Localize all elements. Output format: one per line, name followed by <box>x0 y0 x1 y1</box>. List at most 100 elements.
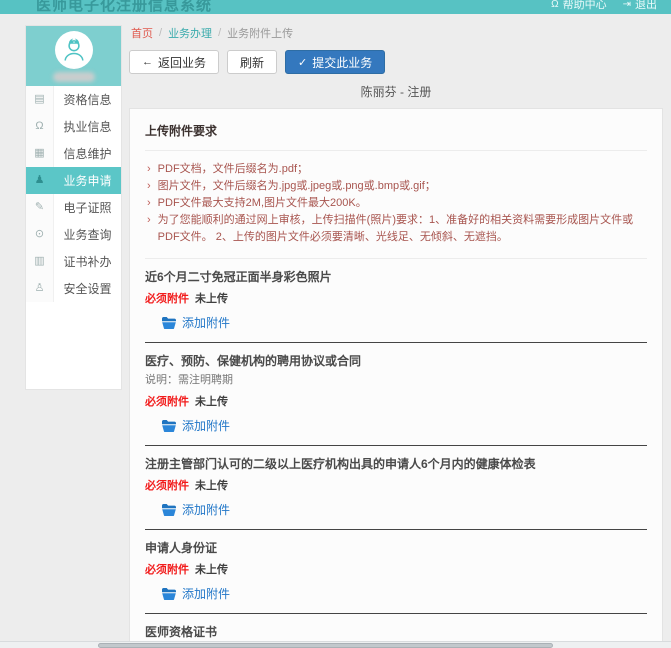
required-badge: 必须附件 <box>145 561 189 577</box>
upload-status: 未上传 <box>195 393 228 409</box>
requirement-item: › 为了您能顺利的通过网上审核，上传扫描件(照片)要求：1、准备好的相关资料需要… <box>147 212 645 246</box>
attachment-item: 注册主管部门认可的二级以上医疗机构出具的申请人6个月内的健康体检表 必须附件 未… <box>145 446 647 530</box>
back-button[interactable]: ← 返回业务 <box>129 50 219 74</box>
sidebar-item-label: 安全设置 <box>54 280 121 297</box>
requirements-title: 上传附件要求 <box>145 122 647 151</box>
add-attachment-link[interactable]: 添加附件 <box>162 501 230 518</box>
requirement-text: 为了您能顺利的通过网上审核，上传扫描件(照片)要求：1、准备好的相关资料需要形成… <box>158 212 645 246</box>
sidebar-item-label: 证书补办 <box>54 253 121 270</box>
sidebar-item-label: 业务查询 <box>54 226 121 243</box>
sidebar-item-label: 业务申请 <box>54 172 121 189</box>
requirement-text: 图片文件，文件后缀名为.jpg或.jpeg或.png或.bmp或.gif； <box>158 178 436 195</box>
required-badge: 必须附件 <box>145 290 189 306</box>
user-icon: ♟ <box>26 167 54 194</box>
add-attachment-label: 添加附件 <box>182 314 230 331</box>
help-center-link[interactable]: Ω 帮助中心 <box>551 0 606 12</box>
requirement-item: › 图片文件，文件后缀名为.jpg或.jpeg或.png或.bmp或.gif； <box>147 178 645 195</box>
submit-check-icon: ✓ <box>298 56 307 69</box>
app-root: 医师电子化注册信息系统 Ω 帮助中心 ⇥ 退出 <box>0 0 671 648</box>
breadcrumb-home[interactable]: 首页 <box>131 25 153 41</box>
help-center-label: 帮助中心 <box>563 0 607 12</box>
avatar <box>55 31 93 69</box>
requirement-text: PDF文档，文件后缀名为.pdf； <box>158 161 308 178</box>
attachment-status: 必须附件 未上传 <box>145 290 647 306</box>
main-content: 首页 / 业务办理 / 业务附件上传 ← 返回业务 刷新 ✓ 提交此业务 陈丽芬… <box>129 14 663 648</box>
doctor-avatar-icon <box>60 36 88 64</box>
sidebar-item-business-application[interactable]: ♟ 业务申请 <box>26 167 121 194</box>
back-button-label: 返回业务 <box>158 54 206 71</box>
headset-icon: Ω <box>551 0 558 10</box>
upload-status: 未上传 <box>195 477 228 493</box>
add-attachment-link[interactable]: 添加附件 <box>162 417 230 434</box>
horizontal-scrollbar[interactable] <box>0 641 671 648</box>
attachment-list: 近6个月二寸免冠正面半身彩色照片 必须附件 未上传 添加附件 医疗、预防、保健机… <box>145 259 647 648</box>
breadcrumb-section[interactable]: 业务办理 <box>168 25 212 41</box>
folder-icon <box>162 588 176 600</box>
applicant-summary: 陈丽芬 - 注册 <box>129 83 663 100</box>
app-title: 医师电子化注册信息系统 <box>36 0 212 14</box>
toolbar: ← 返回业务 刷新 ✓ 提交此业务 <box>129 50 663 74</box>
app-header: 医师电子化注册信息系统 Ω 帮助中心 ⇥ 退出 <box>0 0 671 14</box>
attachment-title: 注册主管部门认可的二级以上医疗机构出具的申请人6个月内的健康体检表 <box>145 456 647 472</box>
requirements-list: › PDF文档，文件后缀名为.pdf； › 图片文件，文件后缀名为.jpg或.j… <box>145 151 647 259</box>
refresh-button[interactable]: 刷新 <box>227 50 277 74</box>
bullet-icon: › <box>147 178 151 195</box>
sidebar-item-business-query[interactable]: ⊙ 业务查询 <box>26 221 121 248</box>
requirement-text: PDF文件最大支持2M,图片文件最大200K。 <box>158 195 367 212</box>
edit-icon: ✎ <box>26 194 54 221</box>
breadcrumb-separator: / <box>218 27 221 39</box>
submit-button-label: 提交此业务 <box>312 54 372 71</box>
breadcrumb-current: 业务附件上传 <box>227 25 293 41</box>
shield-user-icon: ♙ <box>26 275 54 302</box>
sidebar-item-electronic-license[interactable]: ✎ 电子证照 <box>26 194 121 221</box>
logout-link[interactable]: ⇥ 退出 <box>623 0 657 12</box>
attachment-item: 医疗、预防、保健机构的聘用协议或合同 说明：需注明聘期 必须附件 未上传 添加附… <box>145 343 647 446</box>
add-attachment-link[interactable]: 添加附件 <box>162 314 230 331</box>
logout-icon: ⇥ <box>623 0 631 10</box>
attachment-note: 说明：需注明聘期 <box>145 373 647 388</box>
required-badge: 必须附件 <box>145 393 189 409</box>
bullet-icon: › <box>147 212 151 246</box>
submit-button[interactable]: ✓ 提交此业务 <box>285 50 385 74</box>
attachment-title: 近6个月二寸免冠正面半身彩色照片 <box>145 269 647 285</box>
add-attachment-label: 添加附件 <box>182 585 230 602</box>
sidebar-menu: ▤ 资格信息 Ω 执业信息 ▦ 信息维护 ♟ 业务申请 ✎ 电子证照 ⊙ 业务查… <box>26 86 121 302</box>
folder-icon <box>162 504 176 516</box>
sidebar-item-practice-info[interactable]: Ω 执业信息 <box>26 113 121 140</box>
attachment-title: 申请人身份证 <box>145 540 647 556</box>
image-icon: ▦ <box>26 140 54 167</box>
sidebar-item-label: 资格信息 <box>54 91 121 108</box>
attachment-status: 必须附件 未上传 <box>145 393 647 409</box>
upload-status: 未上传 <box>195 561 228 577</box>
attachment-title: 医疗、预防、保健机构的聘用协议或合同 <box>145 353 647 369</box>
bullet-icon: › <box>147 161 151 178</box>
breadcrumb: 首页 / 业务办理 / 业务附件上传 <box>129 25 663 41</box>
attachment-title: 医师资格证书 <box>145 624 647 640</box>
folder-icon <box>162 317 176 329</box>
required-badge: 必须附件 <box>145 477 189 493</box>
back-arrow-icon: ← <box>142 56 153 68</box>
logout-label: 退出 <box>635 0 657 12</box>
sidebar-item-qualification-info[interactable]: ▤ 资格信息 <box>26 86 121 113</box>
sidebar-item-label: 执业信息 <box>54 118 121 135</box>
sidebar-item-security-settings[interactable]: ♙ 安全设置 <box>26 275 121 302</box>
document-icon: ▤ <box>26 86 54 113</box>
sidebar-item-info-maintenance[interactable]: ▦ 信息维护 <box>26 140 121 167</box>
sidebar-item-label: 电子证照 <box>54 199 121 216</box>
refresh-button-label: 刷新 <box>240 54 264 71</box>
breadcrumb-separator: / <box>159 27 162 39</box>
scrollbar-thumb[interactable] <box>98 643 553 648</box>
add-attachment-label: 添加附件 <box>182 501 230 518</box>
attachments-panel: 上传附件要求 › PDF文档，文件后缀名为.pdf； › 图片文件，文件后缀名为… <box>129 108 663 648</box>
user-name-redacted <box>53 72 95 82</box>
header-links: Ω 帮助中心 ⇥ 退出 <box>551 0 657 12</box>
search-icon: ⊙ <box>26 221 54 248</box>
sidebar-item-certificate-reissue[interactable]: ▥ 证书补办 <box>26 248 121 275</box>
headset-icon: Ω <box>26 113 54 140</box>
attachment-item: 近6个月二寸免冠正面半身彩色照片 必须附件 未上传 添加附件 <box>145 259 647 343</box>
requirement-item: › PDF文档，文件后缀名为.pdf； <box>147 161 645 178</box>
profile-card <box>26 26 121 86</box>
attachment-item: 申请人身份证 必须附件 未上传 添加附件 <box>145 530 647 614</box>
card-icon: ▥ <box>26 248 54 275</box>
add-attachment-link[interactable]: 添加附件 <box>162 585 230 602</box>
